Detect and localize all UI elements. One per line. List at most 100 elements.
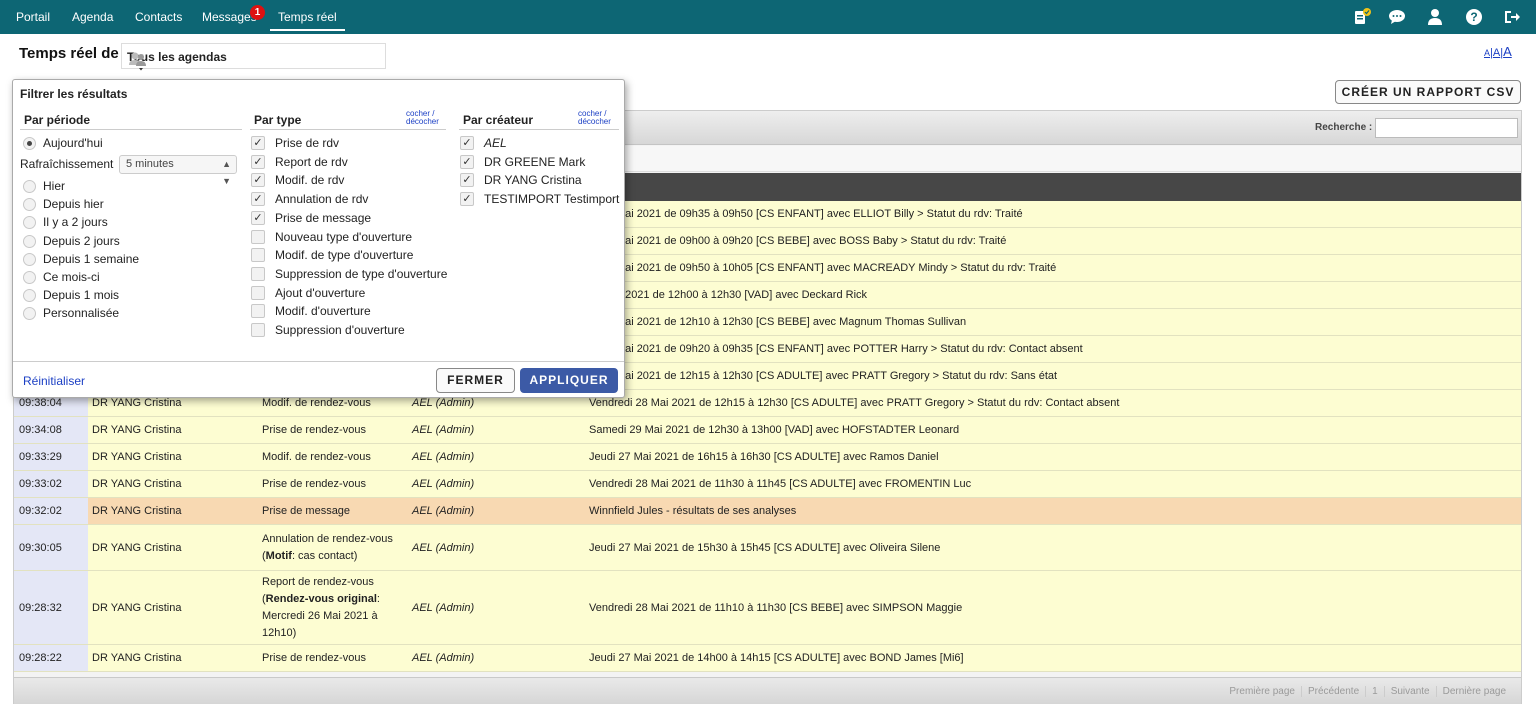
logout-icon[interactable] bbox=[1503, 8, 1521, 26]
font-size-switcher: A|A|A bbox=[1484, 44, 1512, 59]
type-checkbox[interactable]: Nouveau type d'ouverture bbox=[251, 228, 412, 246]
table-row[interactable]: 09:34:08 DR YANG Cristina Prise de rende… bbox=[14, 417, 1521, 444]
checkmark-icon: ✓ bbox=[460, 155, 474, 169]
period-option[interactable]: Depuis hier bbox=[23, 195, 104, 213]
row-details: Vendredi 28 Mai 2021 de 11h10 à 11h30 [C… bbox=[589, 601, 963, 614]
table-row[interactable]: 09:32:02 DR YANG Cristina Prise de messa… bbox=[14, 498, 1521, 525]
font-size-large[interactable]: A bbox=[1503, 44, 1512, 59]
pager-page-number[interactable]: 1 bbox=[1365, 686, 1378, 697]
period-label: Ce mois-ci bbox=[43, 270, 100, 284]
row-action: Prise de rendez-vous bbox=[262, 477, 366, 490]
row-action: Prise de rendez-vous bbox=[262, 423, 366, 436]
table-row[interactable]: 09:33:29 DR YANG Cristina Modif. de rend… bbox=[14, 444, 1521, 471]
messages-badge: 1 bbox=[250, 5, 265, 20]
checkmark-icon: ✓ bbox=[460, 173, 474, 187]
checkbox-empty-icon bbox=[251, 267, 265, 281]
close-button[interactable]: FERMER bbox=[436, 368, 515, 393]
clipboard-check-icon[interactable] bbox=[1353, 8, 1371, 26]
type-checkbox[interactable]: Modif. d'ouverture bbox=[251, 302, 371, 320]
creator-checkbox[interactable]: ✓ DR YANG Cristina bbox=[460, 171, 582, 189]
radio-icon bbox=[23, 252, 36, 266]
row-user: DR YANG Cristina bbox=[92, 601, 182, 614]
type-checkbox[interactable]: Modif. de type d'ouverture bbox=[251, 246, 413, 264]
type-label: Suppression d'ouverture bbox=[275, 323, 405, 337]
tab-portail[interactable]: Portail bbox=[16, 10, 50, 24]
checkbox-empty-icon bbox=[251, 230, 265, 244]
radio-icon bbox=[23, 288, 36, 302]
period-option[interactable]: Ce mois-ci bbox=[23, 268, 100, 286]
period-option[interactable]: Il y a 2 jours bbox=[23, 213, 108, 231]
reset-link[interactable]: Réinitialiser bbox=[23, 374, 85, 388]
creator-divider bbox=[459, 129, 619, 130]
type-checkbox[interactable]: Ajout d'ouverture bbox=[251, 284, 365, 302]
search-label: Recherche : bbox=[1315, 122, 1373, 133]
apply-button[interactable]: APPLIQUER bbox=[520, 368, 618, 393]
type-label: Suppression de type d'ouverture bbox=[275, 267, 448, 281]
row-user: DR YANG Cristina bbox=[92, 478, 182, 490]
row-time: 09:28:32 bbox=[14, 571, 88, 644]
type-label: Modif. de rdv bbox=[275, 173, 345, 187]
type-toggle-all-link[interactable]: cocher / décocher bbox=[406, 110, 439, 126]
row-user: DR YANG Cristina bbox=[92, 541, 182, 554]
pagination-bar: Première page Précédente 1 Suivante Dernière… bbox=[14, 677, 1521, 704]
type-checkbox[interactable]: ✓ Report de rdv bbox=[251, 153, 348, 171]
type-checkbox[interactable]: ✓ Prise de rdv bbox=[251, 134, 339, 152]
row-action: Modif. de rendez-vous bbox=[262, 450, 371, 463]
creator-checkbox[interactable]: ✓ DR GREENE Mark bbox=[460, 153, 585, 171]
period-label: Aujourd'hui bbox=[43, 136, 103, 150]
radio-icon bbox=[23, 270, 36, 284]
creator-checkbox[interactable]: ✓ TESTIMPORT Testimport bbox=[460, 190, 619, 208]
type-label: Report de rdv bbox=[275, 155, 348, 169]
creator-checkbox[interactable]: ✓ AEL bbox=[460, 134, 507, 152]
creator-toggle-all-link[interactable]: cocher / décocher bbox=[578, 110, 611, 126]
row-time: 09:32:02 bbox=[14, 498, 88, 524]
tab-temps-reel[interactable]: Temps réel bbox=[270, 10, 345, 31]
users-dropdown-icon bbox=[127, 50, 381, 75]
table-row[interactable]: 09:28:32 DR YANG Cristina Report de rend… bbox=[14, 571, 1521, 645]
top-nav: Portail Agenda Contacts Messages 1 Temps… bbox=[0, 0, 1536, 34]
refresh-select[interactable]: 5 minutes ▲ ▼ bbox=[119, 155, 237, 186]
period-option[interactable]: Personnalisée bbox=[23, 304, 119, 322]
creator-label: DR YANG Cristina bbox=[484, 173, 582, 187]
type-checkbox[interactable]: ✓ Annulation de rdv bbox=[251, 190, 368, 208]
refresh-value: 5 minutes bbox=[126, 158, 174, 170]
refresh-label: Rafraîchissement bbox=[20, 157, 114, 171]
pager-next[interactable]: Suivante bbox=[1383, 686, 1430, 697]
type-label: Prise de message bbox=[275, 211, 372, 225]
agenda-select[interactable]: Tous les agendas bbox=[121, 43, 386, 71]
period-option[interactable]: Depuis 1 semaine bbox=[23, 250, 139, 268]
search-input[interactable] bbox=[1375, 118, 1518, 138]
pager-last[interactable]: Dernière page bbox=[1435, 686, 1506, 697]
table-row[interactable]: 09:28:22 DR YANG Cristina Prise de rende… bbox=[14, 645, 1521, 672]
chat-icon[interactable] bbox=[1388, 8, 1406, 26]
table-row[interactable]: 09:30:05 DR YANG Cristina Annulation de … bbox=[14, 525, 1521, 571]
tab-agenda[interactable]: Agenda bbox=[72, 10, 113, 24]
type-checkbox[interactable]: ✓ Prise de message bbox=[251, 209, 371, 227]
user-icon[interactable] bbox=[1427, 8, 1445, 26]
checkmark-icon: ✓ bbox=[251, 211, 265, 225]
type-checkbox[interactable]: Suppression de type d'ouverture bbox=[251, 265, 447, 283]
checkmark-icon: ✓ bbox=[460, 136, 474, 150]
period-option[interactable]: Aujourd'hui bbox=[23, 134, 103, 152]
tab-contacts[interactable]: Contacts bbox=[135, 10, 182, 24]
type-checkbox[interactable]: Suppression d'ouverture bbox=[251, 321, 405, 339]
font-size-medium[interactable]: A bbox=[1493, 47, 1500, 59]
row-creator: AEL (Admin) bbox=[412, 424, 475, 436]
pager-previous[interactable]: Précédente bbox=[1300, 686, 1360, 697]
period-option[interactable]: Depuis 1 mois bbox=[23, 286, 119, 304]
type-heading: Par type bbox=[254, 113, 302, 127]
tab-messages[interactable]: Messages bbox=[202, 10, 257, 24]
checkbox-empty-icon bbox=[251, 304, 265, 318]
row-details: Jeudi 27 Mai 2021 de 14h00 à 14h15 [CS A… bbox=[589, 652, 964, 664]
row-creator: AEL (Admin) bbox=[412, 541, 475, 554]
help-icon[interactable]: ? bbox=[1465, 8, 1483, 26]
filter-popup: Filtrer les résultats Par période Aujour… bbox=[12, 79, 625, 398]
period-option[interactable]: Depuis 2 jours bbox=[23, 232, 120, 250]
table-row[interactable]: 09:33:02 DR YANG Cristina Prise de rende… bbox=[14, 471, 1521, 498]
pager-first[interactable]: Première page bbox=[1223, 686, 1295, 697]
radio-selected-icon bbox=[23, 136, 36, 150]
create-csv-report-button[interactable]: CRÉER UN RAPPORT CSV bbox=[1335, 80, 1521, 104]
period-option[interactable]: Hier bbox=[23, 177, 65, 195]
type-checkbox[interactable]: ✓ Modif. de rdv bbox=[251, 171, 344, 189]
font-size-small[interactable]: A bbox=[1484, 48, 1490, 58]
